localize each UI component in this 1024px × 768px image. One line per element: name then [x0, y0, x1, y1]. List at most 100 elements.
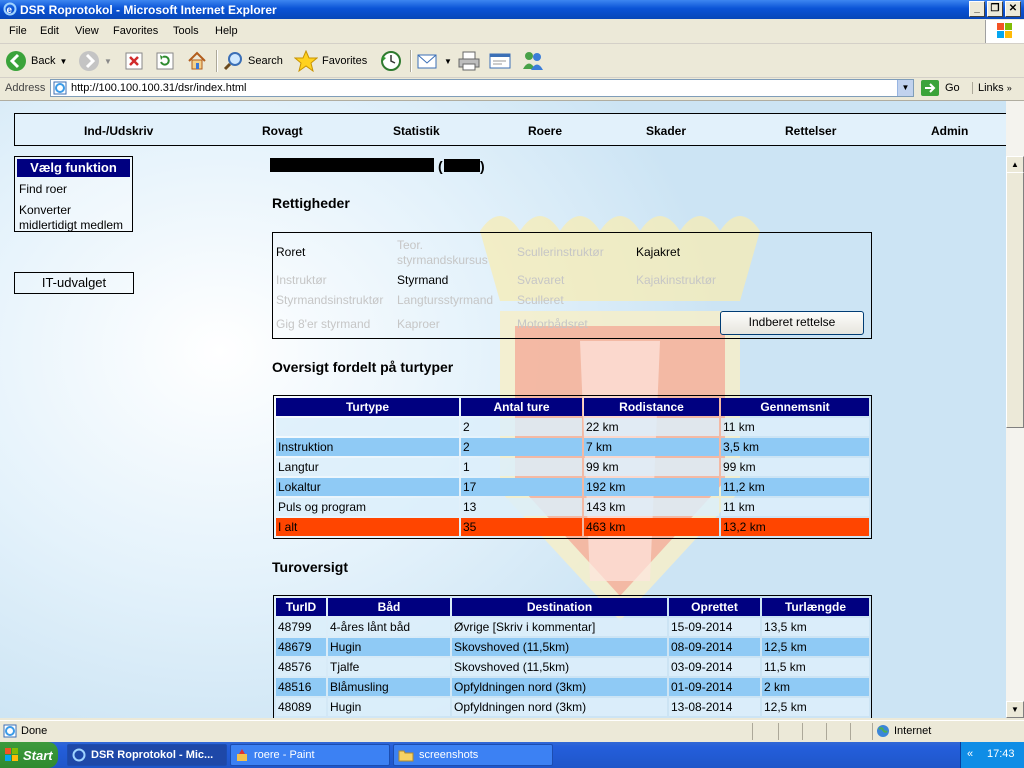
cell-turid: 48799: [276, 618, 326, 636]
nav-rettelser[interactable]: Rettelser: [785, 124, 836, 138]
edit-button[interactable]: [488, 49, 512, 73]
forward-dropdown-icon[interactable]: ▼: [104, 57, 112, 66]
trips-heading: Turoversigt: [272, 559, 348, 575]
redacted-member-name: [270, 158, 434, 172]
menu-favorites[interactable]: Favorites: [113, 25, 158, 37]
security-zone: Internet: [894, 725, 932, 737]
menu-edit[interactable]: Edit: [40, 25, 59, 37]
task-ie-window[interactable]: DSR Roprotokol - Mic...: [67, 744, 227, 766]
edit-page-icon: [489, 53, 511, 69]
cell-destination: Opfyldningen nord (3km): [452, 698, 667, 716]
task-paint-window[interactable]: roere - Paint: [230, 744, 390, 766]
cell-destination: Skovshoved (11,5km): [452, 638, 667, 656]
page-icon: [53, 81, 67, 95]
cell-turtype: Instruktion: [276, 438, 459, 456]
nav-admin[interactable]: Admin: [931, 124, 968, 138]
col-bad[interactable]: Båd: [328, 598, 450, 616]
scroll-up-icon[interactable]: ▲: [1006, 156, 1024, 173]
stop-button[interactable]: [124, 49, 144, 73]
table-row[interactable]: 48799 4-åres lånt båd Øvrige [Skriv i ko…: [276, 618, 869, 636]
cell-antal: 35: [461, 518, 582, 536]
cell-length: 11,5 km: [762, 658, 869, 676]
col-gennemsnit[interactable]: Gennemsnit: [721, 398, 869, 416]
cell-avg: 3,5 km: [721, 438, 869, 456]
mail-icon: [417, 54, 437, 69]
cell-avg: 99 km: [721, 458, 869, 476]
page-content: Ind-/Udskriv Rovagt Statistik Roere Skad…: [0, 101, 1006, 718]
cell-turtype: I alt: [276, 518, 459, 536]
menu-tools[interactable]: Tools: [173, 25, 199, 37]
cell-avg: 11 km: [721, 418, 869, 436]
table-row[interactable]: 48516 Blåmusling Opfyldningen nord (3km)…: [276, 678, 869, 696]
cell-distance: 7 km: [584, 438, 719, 456]
col-destination[interactable]: Destination: [452, 598, 667, 616]
start-button[interactable]: Start: [0, 742, 58, 768]
cell-turid: 48576: [276, 658, 326, 676]
address-dropdown-icon[interactable]: ▼: [897, 80, 913, 96]
back-button[interactable]: Back ▼: [5, 49, 67, 73]
mail-button[interactable]: ▼: [416, 49, 452, 73]
status-text: Done: [21, 725, 48, 737]
nav-ind-udskriv[interactable]: Ind-/Udskriv: [84, 124, 153, 138]
table-row[interactable]: 48089 Hugin Opfyldningen nord (3km) 13-0…: [276, 698, 869, 716]
nav-skader[interactable]: Skader: [646, 124, 686, 138]
scroll-thumb[interactable]: [1006, 172, 1024, 428]
close-button[interactable]: ✕: [1005, 1, 1021, 17]
table-row: Instruktion 2 7 km 3,5 km: [276, 438, 869, 456]
folder-icon: [398, 750, 414, 762]
table-row[interactable]: 48576 Tjalfe Skovshoved (11,5km) 03-09-2…: [276, 658, 869, 676]
menu-view[interactable]: View: [75, 25, 99, 37]
minimize-button[interactable]: _: [969, 1, 985, 17]
address-bar: Address http://100.100.100.31/dsr/index.…: [0, 78, 1024, 101]
refresh-button[interactable]: [155, 49, 175, 73]
tray-expand-icon[interactable]: «: [967, 748, 973, 760]
col-turtype[interactable]: Turtype: [276, 398, 459, 416]
col-antal-ture[interactable]: Antal ture: [461, 398, 582, 416]
search-button[interactable]: Search: [222, 49, 283, 73]
mail-dropdown-icon[interactable]: ▼: [444, 57, 452, 66]
history-button[interactable]: [380, 49, 402, 73]
title-bar[interactable]: e DSR Roprotokol - Microsoft Internet Ex…: [0, 0, 1024, 19]
menu-help[interactable]: Help: [215, 25, 238, 37]
overview-heading: Oversigt fordelt på turtyper: [272, 359, 454, 375]
search-label: Search: [248, 55, 283, 67]
go-button[interactable]: Go: [921, 80, 960, 96]
right-langtursstyrmand: Langtursstyrmand: [397, 293, 494, 307]
col-turlaengde[interactable]: Turlængde: [762, 598, 869, 616]
links-button[interactable]: Links »: [972, 82, 1012, 94]
history-icon: [381, 51, 401, 71]
home-button[interactable]: [186, 49, 208, 73]
find-roer-link[interactable]: Find roer: [19, 182, 67, 197]
col-rodistance[interactable]: Rodistance: [584, 398, 719, 416]
col-oprettet[interactable]: Oprettet: [669, 598, 760, 616]
address-input[interactable]: http://100.100.100.31/dsr/index.html ▼: [50, 79, 914, 97]
right-scullerinstruktor: Scullerinstruktør: [517, 245, 604, 259]
task-folder-window[interactable]: screenshots: [393, 744, 553, 766]
nav-statistik[interactable]: Statistik: [393, 124, 440, 138]
indberet-rettelse-button[interactable]: Indberet rettelse: [720, 311, 864, 335]
cell-distance: 99 km: [584, 458, 719, 476]
menu-file[interactable]: File: [9, 25, 27, 37]
top-navigation: Ind-/Udskriv Rovagt Statistik Roere Skad…: [14, 113, 1006, 146]
konverter-medlem-link[interactable]: Konverter midlertidigt medlem: [19, 203, 131, 233]
right-svavaret: Svavaret: [517, 273, 565, 287]
vertical-scrollbar[interactable]: ▲ ▼: [1006, 101, 1024, 718]
nav-rovagt[interactable]: Rovagt: [262, 124, 303, 138]
right-motorbadsret: Motorbådsret: [517, 317, 588, 331]
window-title: DSR Roprotokol - Microsoft Internet Expl…: [20, 3, 277, 17]
scroll-down-icon[interactable]: ▼: [1006, 701, 1024, 718]
nav-roere[interactable]: Roere: [528, 124, 562, 138]
it-udvalget-button[interactable]: IT-udvalget: [14, 272, 134, 294]
messenger-button[interactable]: [520, 49, 546, 73]
right-kajakinstruktor: Kajakinstruktør: [636, 273, 717, 287]
favorites-button[interactable]: Favorites: [294, 49, 367, 73]
col-turid[interactable]: TurID: [276, 598, 326, 616]
table-row[interactable]: 48679 Hugin Skovshoved (11,5km) 08-09-20…: [276, 638, 869, 656]
restore-button[interactable]: ❐: [987, 1, 1003, 17]
back-dropdown-icon[interactable]: ▼: [59, 57, 67, 66]
task-ie-label: DSR Roprotokol - Mic...: [91, 749, 214, 761]
search-icon: [223, 52, 242, 71]
forward-button[interactable]: ▼: [78, 49, 112, 73]
right-styrmandsinstruktor: Styrmandsinstruktør: [276, 293, 384, 307]
print-button[interactable]: [457, 49, 481, 73]
